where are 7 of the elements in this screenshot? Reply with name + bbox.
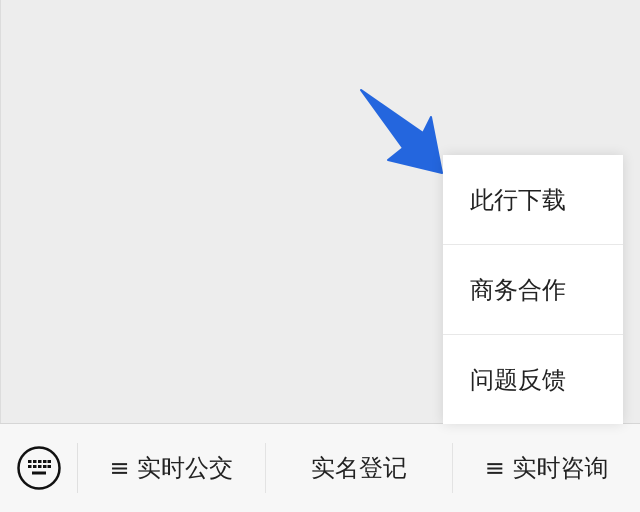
menu-tab[interactable]: 实名登记 [264, 443, 452, 493]
menu-tab[interactable]: ≡ 实时咨询 [452, 443, 640, 493]
menu-item[interactable]: 商务合作 [443, 244, 623, 334]
menu-item[interactable]: 此行下载 [443, 155, 623, 244]
menu-tab[interactable]: ≡ 实时公交 [78, 443, 265, 493]
menu-item[interactable]: 问题反馈 [443, 334, 623, 424]
arrow-icon [359, 88, 443, 174]
